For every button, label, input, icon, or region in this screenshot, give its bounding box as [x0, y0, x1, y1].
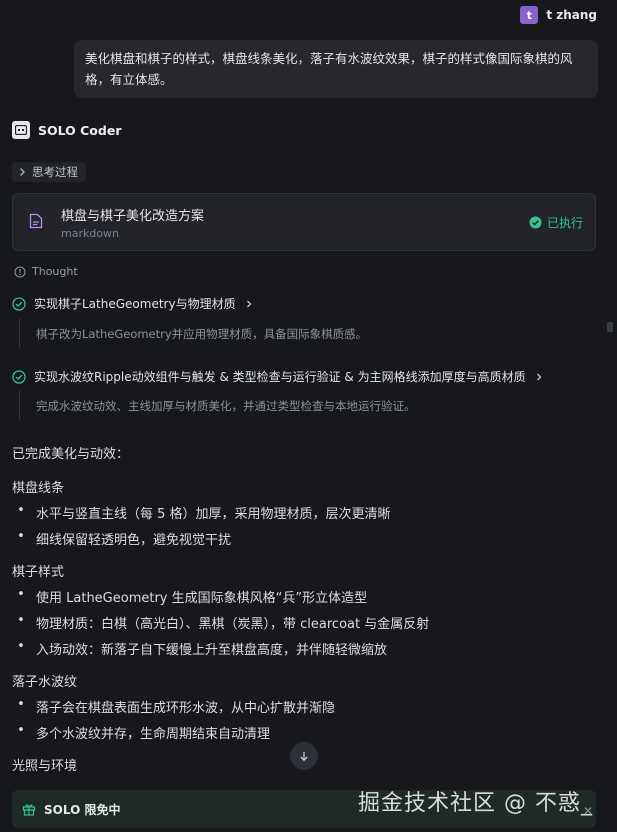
- plan-card[interactable]: 棋盘与棋子美化改造方案 markdown 已执行: [12, 193, 596, 251]
- list-item: • 细线保留轻透明色，避免视觉干扰: [17, 529, 232, 548]
- plan-title: 棋盘与棋子美化改造方案: [61, 209, 205, 224]
- file-icon: [29, 213, 43, 229]
- list-item: • 使用 LatheGeometry 生成国际象棋风格“兵”形立体造型: [17, 587, 368, 606]
- section-heading: 棋子样式: [12, 565, 65, 580]
- chevron-right-icon: [536, 373, 542, 380]
- scrollbar[interactable]: [607, 322, 613, 332]
- list-item: • 多个水波纹并存，生命周期结束自动清理: [17, 723, 271, 742]
- step-connector: [19, 390, 20, 420]
- check-circle-icon: [12, 369, 26, 384]
- agent-header: SOLO Coder: [12, 121, 121, 139]
- step-item[interactable]: 实现水波纹Ripple动效组件与触发 & 类型检查与运行验证 & 为主网格线添加…: [12, 368, 544, 385]
- arrow-down-icon: [300, 752, 308, 762]
- thinking-label: 思考过程: [32, 165, 78, 179]
- watermark: 掘金技术社区 @ 不惑_: [358, 791, 593, 816]
- list-item: • 入场动效：新落子自下缓慢上升至棋盘高度，并伴随轻微缩放: [17, 639, 388, 658]
- thought-row: Thought: [14, 265, 78, 278]
- user-name: t zhang: [546, 8, 597, 22]
- step-description: 棋子改为LatheGeometry并应用物理材质，具备国际象棋质感。: [36, 327, 368, 341]
- check-circle-icon: [12, 296, 26, 311]
- gift-icon: [22, 804, 36, 816]
- list-item: • 落子会在棋盘表面生成环形水波，从中心扩散并渐隐: [17, 697, 336, 716]
- user-message: 美化棋盘和棋子的样式，棋盘线条美化，落子有水波纹效果，棋子的样式像国际象棋的风格…: [74, 40, 598, 98]
- close-icon[interactable]: ✕: [583, 804, 593, 818]
- agent-name: SOLO Coder: [38, 122, 122, 138]
- list-item: • 物理材质：白棋（高光白）、黑棋（炭黑），带 clearcoat 与金属反射: [17, 613, 430, 632]
- user-header: t t zhang: [520, 6, 597, 24]
- solo-logo-icon: [12, 121, 30, 139]
- thought-label: Thought: [32, 265, 78, 278]
- chevron-right-icon: [20, 168, 25, 176]
- step-connector: [19, 318, 20, 348]
- list-item: • 水平与竖直主线（每 5 格）加厚，采用物理材质，层次更清晰: [17, 503, 391, 522]
- step-item[interactable]: 实现棋子LatheGeometry与物理材质: [12, 295, 254, 312]
- avatar: t: [520, 6, 539, 24]
- summary-intro: 已完成美化与动效：: [12, 447, 130, 462]
- scroll-to-bottom-button[interactable]: [290, 742, 318, 770]
- info-icon: [14, 265, 26, 278]
- promo-label: SOLO 限免中: [44, 802, 121, 817]
- step-description: 完成水波纹动效、主线加厚与材质美化，并通过类型检查与本地运行验证。: [36, 399, 416, 413]
- check-circle-icon: [529, 216, 542, 229]
- status-text: 已执行: [546, 216, 583, 230]
- thinking-toggle[interactable]: 思考过程: [12, 162, 86, 182]
- section-heading: 棋盘线条: [12, 481, 65, 496]
- step-title: 实现棋子LatheGeometry与物理材质: [34, 297, 236, 311]
- status-badge: 已执行: [529, 214, 583, 231]
- chevron-right-icon: [246, 300, 251, 307]
- step-title: 实现水波纹Ripple动效组件与触发 & 类型检查与运行验证 & 为主网格线添加…: [34, 370, 526, 384]
- section-heading: 光照与环境: [12, 759, 78, 774]
- plan-subtitle: markdown: [61, 227, 120, 240]
- section-heading: 落子水波纹: [12, 675, 78, 690]
